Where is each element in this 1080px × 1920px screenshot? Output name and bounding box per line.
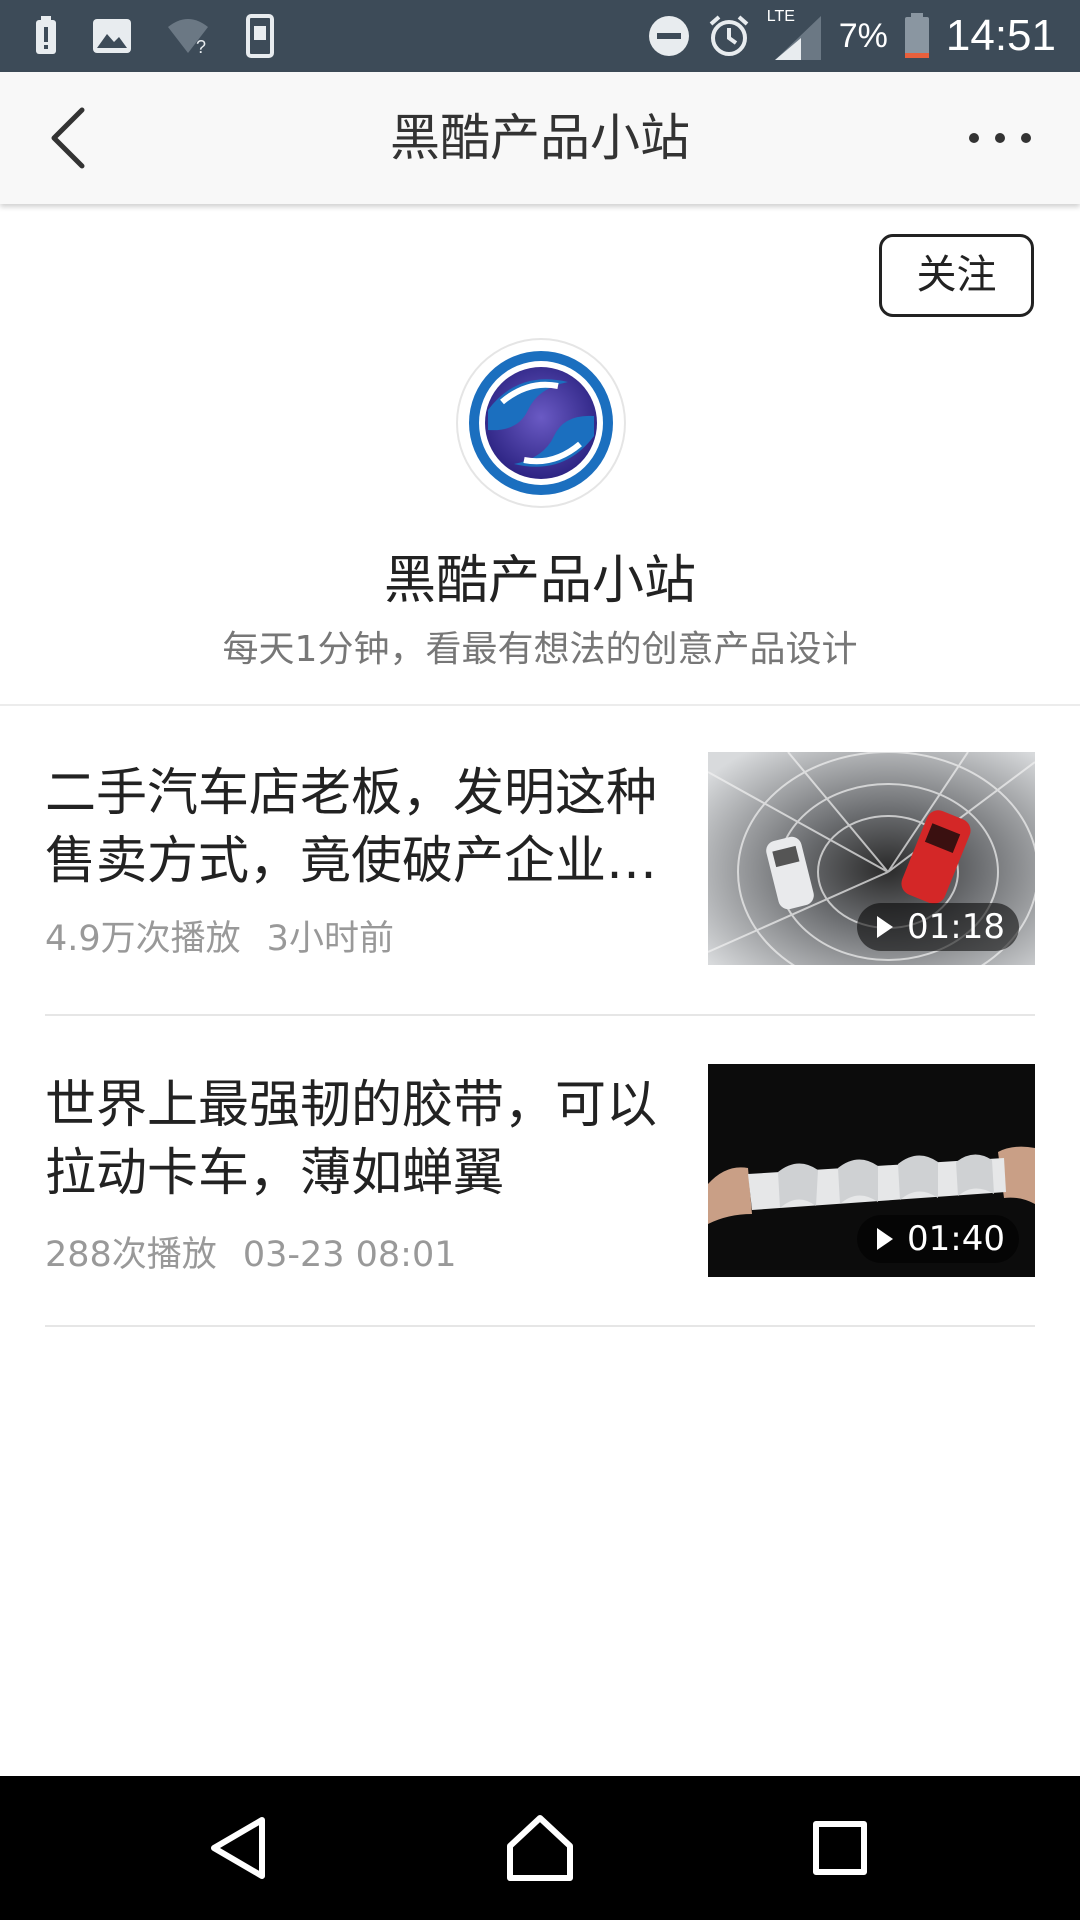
divider	[0, 704, 1080, 706]
triangle-back-icon	[211, 1817, 265, 1879]
publish-time: 3小时前	[266, 919, 394, 959]
divider	[45, 1014, 1035, 1016]
duration-badge: 01:18	[857, 903, 1019, 951]
battery-icon	[904, 13, 929, 58]
duration-badge: 01:40	[857, 1215, 1019, 1263]
video-title[interactable]: 世界上最强韧的胶带，可以拉动卡车，薄如蝉翼	[45, 1072, 695, 1208]
profile-description: 每天1分钟，看最有想法的创意产品设计	[222, 629, 858, 670]
svg-text:?: ?	[196, 37, 206, 55]
wifi-question-icon: ?	[168, 19, 208, 55]
duration-text: 01:40	[907, 1219, 1005, 1259]
home-icon	[507, 1815, 573, 1881]
video-thumbnail[interactable]: 01:40	[708, 1064, 1035, 1277]
video-list-item[interactable]: 二手汽车店老板，发明这种售卖方式，竟使破产企业… 4.9万次播放 3小时前 01…	[45, 752, 1035, 990]
phone-icon	[246, 14, 274, 58]
duration-text: 01:18	[907, 907, 1005, 947]
video-thumbnail[interactable]: 01:18	[708, 752, 1035, 965]
image-icon	[93, 19, 131, 53]
follow-button[interactable]: 关注	[879, 234, 1034, 317]
status-icons-left: ?	[34, 10, 274, 62]
clock: 14:51	[945, 11, 1056, 60]
avatar[interactable]	[458, 340, 624, 506]
nav-back-button[interactable]	[200, 1808, 280, 1888]
video-list-item[interactable]: 世界上最强韧的胶带，可以拉动卡车，薄如蝉翼 288次播放 03-23 08:01 …	[45, 1064, 1035, 1302]
alarm-icon	[709, 15, 749, 56]
profile-name: 黑酷产品小站	[383, 551, 696, 611]
video-meta: 288次播放 03-23 08:01	[45, 1226, 457, 1277]
view-count: 4.9万次播放	[45, 919, 241, 959]
system-nav-bar	[0, 1776, 1080, 1920]
page-title: 黑酷产品小站	[390, 109, 690, 167]
divider	[45, 1325, 1035, 1327]
more-horizontal-icon	[969, 133, 1031, 143]
publish-time: 03-23 08:01	[242, 1235, 457, 1275]
battery-alert-icon	[36, 16, 56, 54]
status-icons-right: LTE 7% 14:51	[647, 0, 1056, 72]
top-bar: 黑酷产品小站	[0, 72, 1080, 204]
video-title[interactable]: 二手汽车店老板，发明这种售卖方式，竟使破产企业…	[45, 760, 695, 896]
battery-percent: 7%	[838, 16, 888, 55]
view-count: 288次播放	[45, 1235, 217, 1275]
more-button[interactable]	[960, 108, 1040, 168]
video-meta: 4.9万次播放 3小时前	[45, 910, 394, 961]
play-icon	[877, 1228, 894, 1250]
play-icon	[877, 916, 894, 938]
channel-logo-icon	[469, 351, 613, 495]
nav-recents-button[interactable]	[800, 1808, 880, 1888]
square-recents-icon	[813, 1821, 867, 1875]
signal-icon: LTE	[767, 8, 823, 62]
nav-home-button[interactable]	[500, 1808, 580, 1888]
status-bar: ? LTE 7% 14:51	[0, 0, 1080, 72]
dnd-icon	[648, 16, 689, 56]
